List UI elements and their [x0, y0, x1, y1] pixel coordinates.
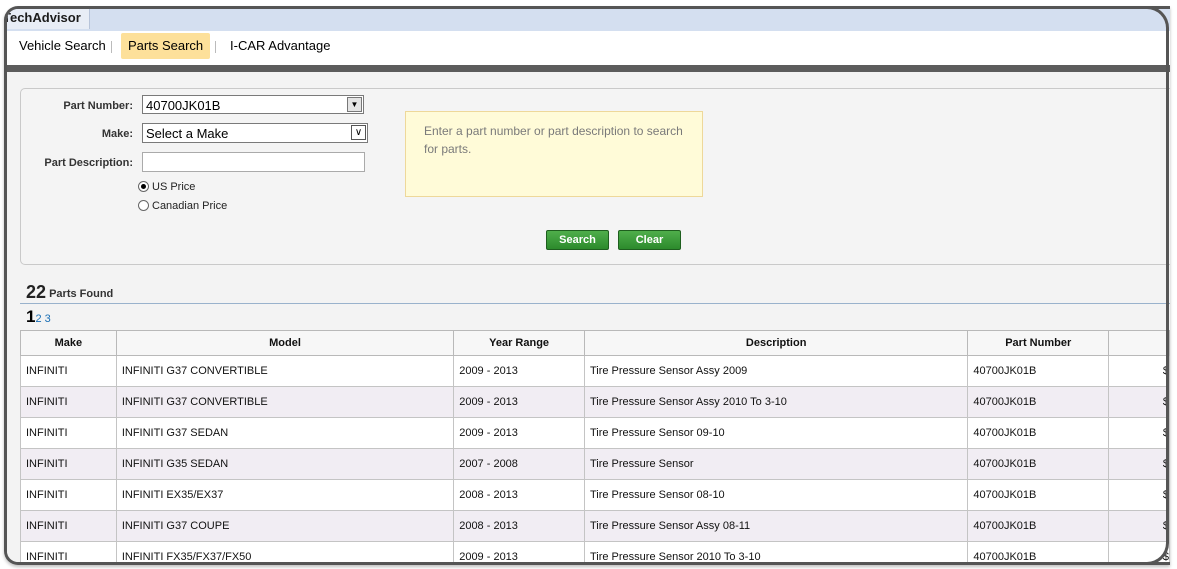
- cell-description: Tire Pressure Sensor 08-10: [583, 479, 969, 511]
- part-description-label: Part Description:: [44, 157, 133, 169]
- results-count: 22: [26, 282, 47, 302]
- cell-make: INFINITI: [20, 386, 117, 418]
- col-part-number[interactable]: Part Number: [967, 330, 1110, 356]
- dropdown-arrow-icon[interactable]: ▼: [347, 97, 362, 112]
- col-description[interactable]: Description: [583, 330, 969, 356]
- cell-description: Tire Pressure Sensor Assy 08-11: [583, 510, 969, 542]
- cell-model: INFINITI G37 CONVERTIBLE: [115, 355, 455, 387]
- chevron-down-icon[interactable]: ∨: [351, 125, 366, 140]
- cell-part-number: 40700JK01B: [967, 417, 1110, 449]
- page-links[interactable]: 2 3: [35, 313, 50, 325]
- canadian-price-option[interactable]: Canadian Price: [138, 200, 227, 212]
- nav-vehicle-search[interactable]: Vehicle Search: [12, 33, 113, 59]
- cell-year-range: 2007 - 2008: [453, 448, 585, 480]
- title-bar: TechAdvisor: [7, 9, 1170, 31]
- cell-price: $: [1108, 417, 1170, 449]
- cell-make: INFINITI: [20, 417, 117, 449]
- results-count-label: Parts Found: [49, 288, 114, 300]
- us-price-option[interactable]: US Price: [138, 181, 195, 193]
- make-value: Select a Make: [146, 126, 229, 141]
- table-row[interactable]: INFINITI INFINITI FX35/FX37/FX50 2009 - 20…: [20, 541, 1170, 562]
- cell-part-number: 40700JK01B: [967, 541, 1110, 562]
- make-select[interactable]: Select a Make ∨: [142, 123, 368, 143]
- cell-description: Tire Pressure Sensor: [583, 448, 969, 480]
- cell-year-range: 2009 - 2013: [453, 417, 585, 449]
- cell-part-number: 40700JK01B: [967, 510, 1110, 542]
- cell-description: Tire Pressure Sensor Assy 2009: [583, 355, 969, 387]
- main-nav: Vehicle Search Parts Search I-CAR Advant…: [7, 31, 1170, 65]
- nav-icar-advantage[interactable]: I-CAR Advantage: [223, 33, 337, 59]
- part-description-input[interactable]: [142, 152, 365, 172]
- part-number-value: 40700JK01B: [146, 98, 221, 113]
- col-make[interactable]: Make: [20, 330, 117, 356]
- table-row[interactable]: INFINITI INFINITI EX35/EX37 2008 - 2013 Tir…: [20, 479, 1170, 511]
- col-price: [1108, 330, 1170, 356]
- table-row[interactable]: INFINITI INFINITI G37 CONVERTIBLE 2009 - 2…: [20, 355, 1170, 387]
- cell-part-number: 40700JK01B: [967, 386, 1110, 418]
- radio-selected-icon[interactable]: [138, 181, 149, 192]
- us-price-label: US Price: [152, 181, 196, 193]
- table-header-row: Make Model Year Range Description Part N…: [20, 330, 1170, 356]
- cell-make: INFINITI: [20, 510, 117, 542]
- parts-table: Make Model Year Range Description Part N…: [20, 330, 1170, 562]
- canadian-price-label: Canadian Price: [152, 200, 228, 212]
- cell-model: INFINITI G37 COUPE: [115, 510, 455, 542]
- cell-make: INFINITI: [20, 355, 117, 387]
- cell-part-number: 40700JK01B: [967, 448, 1110, 480]
- col-model[interactable]: Model: [115, 330, 455, 356]
- cell-model: INFINITI EX35/EX37: [115, 479, 455, 511]
- cell-description: Tire Pressure Sensor 2010 To 3-10: [583, 541, 969, 562]
- app-window: TechAdvisor Vehicle Search Parts Search …: [4, 6, 1170, 565]
- col-year-range[interactable]: Year Range: [453, 330, 585, 356]
- cell-model: INFINITI G35 SEDAN: [115, 448, 455, 480]
- cell-part-number: 40700JK01B: [967, 479, 1110, 511]
- part-number-select[interactable]: 40700JK01B ▼: [142, 95, 364, 114]
- cell-make: INFINITI: [20, 479, 117, 511]
- results-divider: [20, 303, 1170, 304]
- nav-parts-search[interactable]: Parts Search: [121, 33, 211, 59]
- cell-model: INFINITI G37 SEDAN: [115, 417, 455, 449]
- cell-price: $: [1108, 510, 1170, 542]
- cell-price: $: [1108, 386, 1170, 418]
- cell-price: $: [1108, 541, 1170, 562]
- nav-separator: [111, 41, 112, 53]
- pagination: 12 3: [26, 307, 51, 327]
- cell-year-range: 2009 - 2013: [453, 355, 585, 387]
- cell-price: $: [1108, 479, 1170, 511]
- table-row[interactable]: INFINITI INFINITI G37 COUPE 2008 - 2013 Tir…: [20, 510, 1170, 542]
- table-row[interactable]: INFINITI INFINITI G37 CONVERTIBLE 2009 - 2…: [20, 386, 1170, 418]
- results-summary: 22 Parts Found: [26, 282, 113, 303]
- search-hint: Enter a part number or part description …: [405, 111, 703, 197]
- cell-part-number: 40700JK01B: [967, 355, 1110, 387]
- cell-price: $: [1108, 355, 1170, 387]
- cell-year-range: 2009 - 2013: [453, 541, 585, 562]
- cell-make: INFINITI: [20, 541, 117, 562]
- cell-price: $: [1108, 448, 1170, 480]
- table-row[interactable]: INFINITI INFINITI G37 SEDAN 2009 - 2013 Tir…: [20, 417, 1170, 449]
- cell-year-range: 2009 - 2013: [453, 386, 585, 418]
- radio-unselected-icon[interactable]: [138, 200, 149, 211]
- cell-model: INFINITI FX35/FX37/FX50: [115, 541, 455, 562]
- cell-year-range: 2008 - 2013: [453, 510, 585, 542]
- cell-description: Tire Pressure Sensor Assy 2010 To 3-10: [583, 386, 969, 418]
- cell-model: INFINITI G37 CONVERTIBLE: [115, 386, 455, 418]
- cell-year-range: 2008 - 2013: [453, 479, 585, 511]
- nav-separator: [215, 41, 216, 53]
- part-number-label: Part Number:: [63, 100, 133, 112]
- table-row[interactable]: INFINITI INFINITI G35 SEDAN 2007 - 2008 Tir…: [20, 448, 1170, 480]
- cell-make: INFINITI: [20, 448, 117, 480]
- brand-tab[interactable]: TechAdvisor: [7, 9, 90, 29]
- search-panel: Part Number: 40700JK01B ▼ Make: Select a…: [20, 88, 1170, 265]
- search-button[interactable]: Search: [546, 230, 609, 250]
- cell-description: Tire Pressure Sensor 09-10: [583, 417, 969, 449]
- make-label: Make:: [101, 128, 133, 140]
- main-content: Part Number: 40700JK01B ▼ Make: Select a…: [7, 72, 1170, 562]
- clear-button[interactable]: Clear: [618, 230, 681, 250]
- nav-divider-bar: [7, 65, 1170, 72]
